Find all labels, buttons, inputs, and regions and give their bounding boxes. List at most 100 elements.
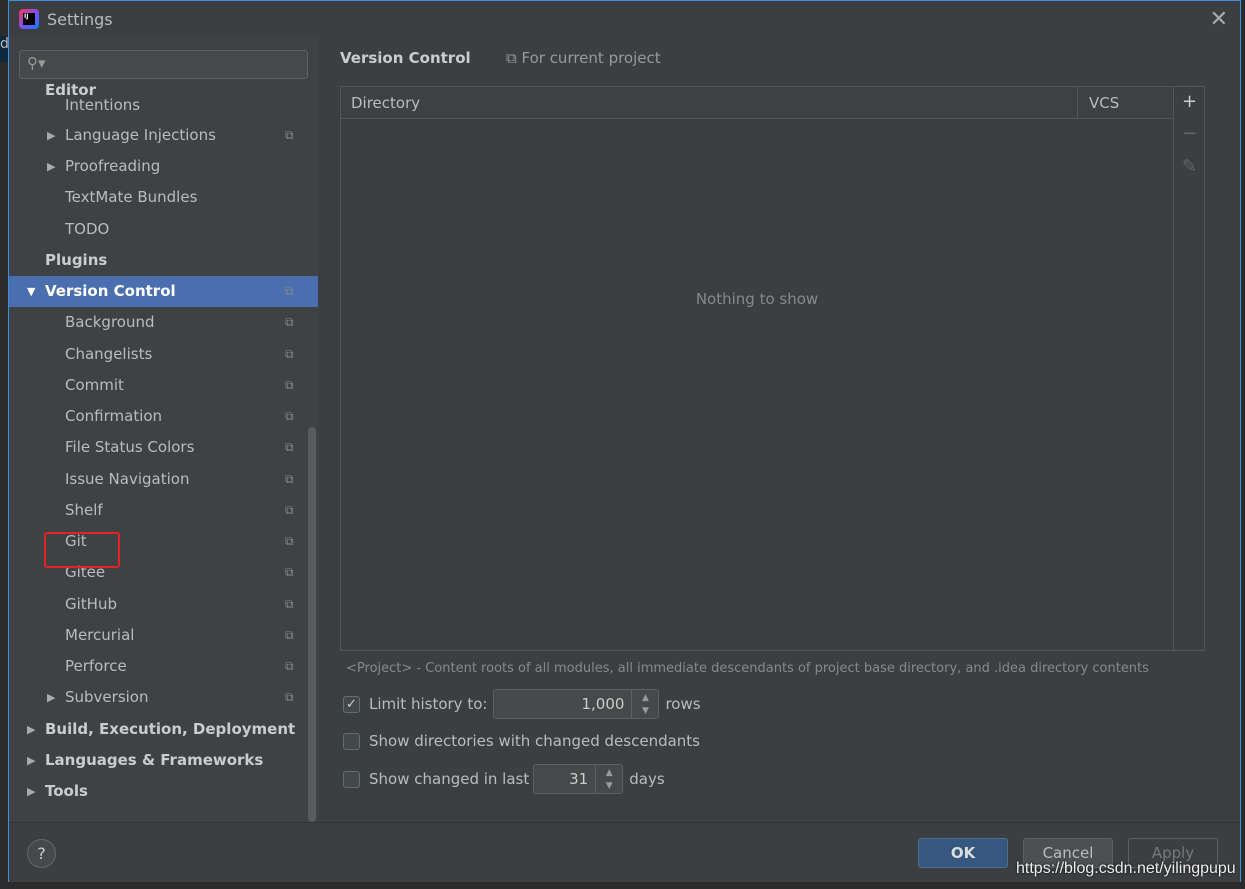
project-scope-icon: ⧉ (285, 534, 294, 548)
days-label: days (629, 770, 665, 788)
empty-text: Nothing to show (695, 290, 819, 308)
project-scope-icon: ⧉ (285, 315, 294, 329)
show-changed-option: Show changed in last 31 ▲ ▼ days (343, 764, 665, 794)
sidebar-item-commit[interactable]: Commit ⧉ (9, 370, 318, 401)
sidebar-item-textmate-bundles[interactable]: TextMate Bundles (9, 182, 318, 213)
sidebar-item-label: Commit (65, 376, 124, 394)
ok-button[interactable]: OK (918, 838, 1008, 868)
limit-history-checkbox[interactable]: ✓ (343, 695, 360, 713)
sidebar-item-perforce[interactable]: Perforce ⧉ (9, 651, 318, 682)
limit-history-label: Limit history to: (369, 695, 488, 713)
chevron-right-icon[interactable]: ▶ (27, 714, 35, 745)
sidebar-item-todo[interactable]: TODO (9, 214, 318, 245)
window-title: Settings (47, 10, 113, 29)
help-button[interactable]: ? (27, 839, 56, 868)
limit-history-option: ✓ Limit history to: 1,000 ▲ ▼ rows (343, 689, 701, 719)
sidebar-scrollbar[interactable] (308, 427, 316, 822)
show-dirs-checkbox[interactable] (343, 732, 360, 750)
sidebar-item-issue-navigation[interactable]: Issue Navigation ⧉ (9, 464, 318, 495)
sidebar-item-label: File Status Colors (65, 438, 195, 456)
sidebar-item-label: Shelf (65, 501, 103, 519)
sidebar-item-language-injections[interactable]: ▶ Language Injections ⧉ (9, 120, 318, 151)
show-dirs-label: Show directories with changed descendant… (369, 732, 700, 750)
sidebar-item-github[interactable]: GitHub ⧉ (9, 589, 318, 620)
sidebar-item-intentions[interactable]: Intentions (9, 90, 318, 121)
page-title: Version Control (340, 49, 471, 67)
show-dirs-option: Show directories with changed descendant… (343, 726, 700, 756)
sidebar-item-tools[interactable]: ▶ Tools (9, 776, 318, 807)
show-changed-label: Show changed in last (369, 770, 530, 788)
chevron-right-icon[interactable]: ▶ (47, 151, 55, 182)
edit-icon[interactable]: ✎ (1182, 156, 1197, 177)
sidebar-item-plugins[interactable]: Plugins (9, 245, 318, 276)
chevron-right-icon[interactable]: ▶ (27, 745, 35, 776)
watermark: https://blog.csdn.net/yilingpupu (1016, 860, 1236, 877)
project-scope-icon: ⧉ (285, 628, 294, 642)
title-bar: IJ Settings ✕ (9, 1, 1240, 37)
main-panel: Version Control ⧉ For current project Di… (318, 37, 1240, 822)
project-scope-icon: ⧉ (285, 347, 294, 361)
sidebar-item-label: Perforce (65, 657, 127, 675)
project-scope-icon: ⧉ (285, 440, 294, 454)
project-scope-icon: ⧉ (285, 409, 294, 423)
sidebar-item-label: Language Injections (65, 126, 216, 144)
sidebar-item-label: Plugins (45, 251, 108, 269)
sidebar-item-version-control[interactable]: ▼ Version Control ⧉ (9, 276, 318, 307)
close-icon[interactable]: ✕ (1210, 7, 1228, 32)
sidebar-item-proofreading[interactable]: ▶ Proofreading (9, 151, 318, 182)
limit-history-spinner[interactable]: 1,000 ▲ ▼ (493, 689, 660, 719)
sidebar-item-label: Mercurial (65, 626, 135, 644)
vcs-mappings-table: Directory VCS Nothing to show + − ✎ (340, 86, 1205, 651)
sidebar-item-mercurial[interactable]: Mercurial ⧉ (9, 620, 318, 651)
sidebar-item-label: Proofreading (65, 157, 161, 175)
rows-label: rows (665, 695, 701, 713)
show-changed-spinner[interactable]: 31 ▲ ▼ (533, 764, 624, 794)
project-scope-icon: ⧉ (285, 565, 294, 579)
sidebar-item-label: Intentions (65, 96, 141, 114)
chevron-right-icon[interactable]: ▶ (47, 682, 55, 713)
sidebar-item-shelf[interactable]: Shelf ⧉ (9, 495, 318, 526)
sidebar-item-label: Subversion (65, 688, 149, 706)
sidebar-item-subversion[interactable]: ▶ Subversion ⧉ (9, 682, 318, 713)
copy-icon: ⧉ (506, 49, 522, 67)
sidebar-item-label: Changelists (65, 345, 153, 363)
sidebar-item-changelists[interactable]: Changelists ⧉ (9, 339, 318, 370)
project-note: <Project> - Content roots of all modules… (346, 661, 1149, 676)
background-window-fragment: d (0, 36, 8, 62)
sidebar: ⚲▾ Editor Intentions ▶ Language Injections ⧉… (9, 37, 318, 822)
gitee-highlight-box (44, 532, 120, 568)
intellij-logo-icon: IJ (19, 9, 39, 29)
table-toolbar: + − ✎ (1173, 87, 1204, 650)
chevron-right-icon[interactable]: ▶ (27, 776, 35, 807)
settings-dialog: IJ Settings ✕ ⚲▾ Editor Intentions ▶ Langua… (8, 0, 1241, 882)
project-scope-icon: ⧉ (285, 128, 294, 142)
spinner-arrows-icon[interactable]: ▲ ▼ (631, 690, 658, 718)
sidebar-item-label: Background (65, 313, 155, 331)
sidebar-item-confirmation[interactable]: Confirmation ⧉ (9, 401, 318, 432)
project-scope-icon: ⧉ (285, 284, 294, 298)
project-scope-icon: ⧉ (285, 690, 294, 704)
sidebar-item-label: TODO (65, 220, 110, 238)
sidebar-item-background[interactable]: Background ⧉ (9, 307, 318, 338)
chevron-right-icon[interactable]: ▶ (47, 120, 55, 151)
project-scope-icon: ⧉ (285, 503, 294, 517)
column-vcs[interactable]: VCS (1077, 87, 1173, 118)
add-icon[interactable]: + (1182, 91, 1197, 112)
sidebar-item-label: Issue Navigation (65, 470, 190, 488)
sidebar-item-file-status-colors[interactable]: File Status Colors ⧉ (9, 432, 318, 463)
column-directory[interactable]: Directory (351, 94, 420, 112)
limit-history-value[interactable]: 1,000 (494, 690, 631, 718)
sidebar-item-build-execution-deployment[interactable]: ▶ Build, Execution, Deployment (9, 714, 318, 745)
table-header: Directory VCS (341, 87, 1173, 119)
project-scope-icon: ⧉ (285, 597, 294, 611)
sidebar-item-label: Tools (45, 782, 88, 800)
spinner-arrows-icon[interactable]: ▲ ▼ (595, 765, 622, 793)
show-changed-value[interactable]: 31 (534, 765, 595, 793)
chevron-down-icon[interactable]: ▼ (27, 276, 35, 307)
search-icon: ⚲▾ (27, 54, 46, 72)
show-changed-checkbox[interactable] (343, 770, 360, 788)
remove-icon[interactable]: − (1182, 123, 1197, 144)
sidebar-item-languages-frameworks[interactable]: ▶ Languages & Frameworks (9, 745, 318, 776)
sidebar-item-label: Version Control (45, 282, 176, 300)
project-scope-icon: ⧉ (285, 378, 294, 392)
